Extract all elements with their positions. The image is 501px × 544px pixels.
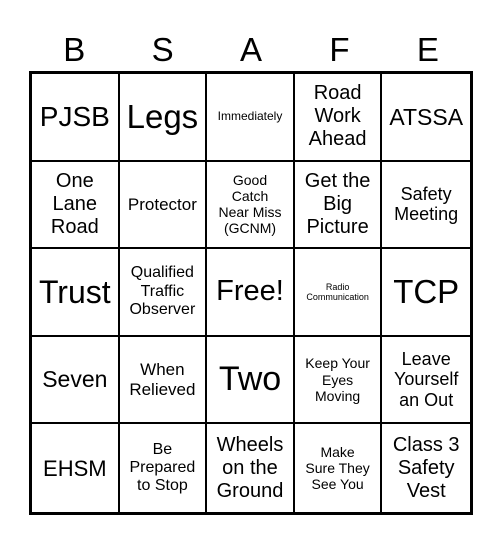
bingo-cell[interactable]: Two — [207, 336, 295, 425]
bingo-cell[interactable]: Keep Your Eyes Moving — [294, 336, 383, 425]
bingo-cell[interactable]: When Relieved — [119, 336, 208, 425]
header-letter-a: A — [240, 31, 263, 68]
bingo-cell[interactable]: Legs — [119, 74, 208, 162]
header-letter-e: E — [416, 31, 439, 68]
bingo-cell[interactable]: Protector — [119, 161, 208, 250]
bingo-cell[interactable]: PJSB — [32, 74, 120, 162]
bingo-cell[interactable]: Make Sure They See You — [295, 424, 383, 512]
header-letter-f: F — [329, 31, 350, 68]
bingo-cell[interactable]: Radio Communication — [294, 249, 383, 337]
bingo-cell[interactable]: One Lane Road — [32, 161, 120, 250]
bingo-cell[interactable]: Class 3 Safety Vest — [382, 424, 470, 512]
bingo-header: B S A F E — [30, 28, 472, 72]
bingo-cell[interactable]: Safety Meeting — [382, 162, 470, 250]
bingo-cell[interactable]: Get the Big Picture — [294, 161, 383, 250]
bingo-cell[interactable]: Free! — [207, 249, 295, 337]
bingo-cell[interactable]: TCP — [382, 249, 470, 337]
bingo-cell[interactable]: ATSSA — [382, 74, 470, 162]
bingo-cell[interactable]: Be Prepared to Stop — [120, 424, 208, 512]
bingo-cell[interactable]: Seven — [32, 336, 120, 425]
bingo-cell[interactable]: Immediately — [207, 74, 295, 162]
bingo-cell[interactable]: Good Catch Near Miss (GCNM) — [207, 161, 295, 250]
bingo-cell[interactable]: EHSM — [32, 424, 120, 512]
header-letter-s: S — [151, 31, 174, 68]
bingo-cell[interactable]: Leave Yourself an Out — [382, 337, 470, 425]
bingo-cell[interactable]: Wheels on the Ground — [207, 424, 295, 512]
bingo-cell[interactable]: Road Work Ahead — [294, 74, 383, 162]
bingo-cell[interactable]: Trust — [32, 249, 120, 337]
bingo-grid: PJSB Legs Immediately Road Work Ahead ATSSA O… — [29, 71, 473, 515]
bingo-cell[interactable]: Qualified Traffic Observer — [119, 249, 208, 337]
header-letter-b: B — [63, 31, 86, 68]
